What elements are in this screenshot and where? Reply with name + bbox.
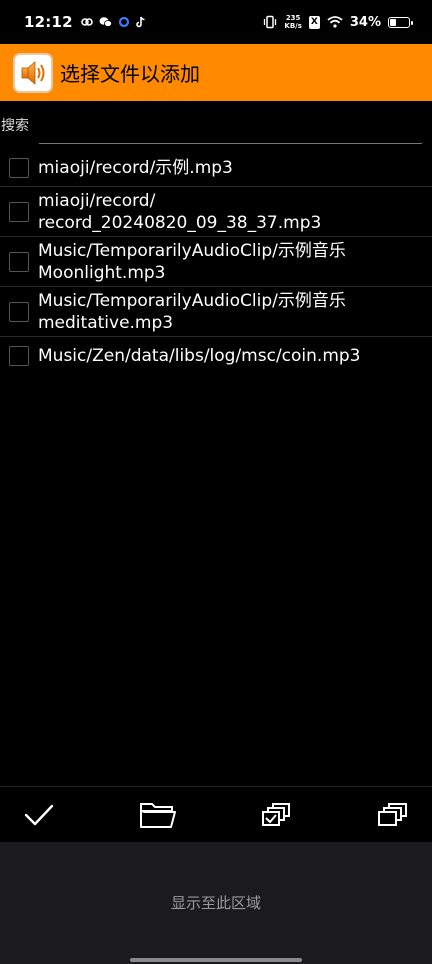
file-row[interactable]: miaoji/record/ record_20240820_09_38_37.… xyxy=(0,187,432,237)
file-name: Music/TemporarilyAudioClip/示例音乐 Moonligh… xyxy=(38,240,346,283)
battery-percent: 34% xyxy=(349,14,381,30)
file-checkbox[interactable] xyxy=(9,251,29,272)
notification-icons xyxy=(80,16,146,28)
speaker-icon xyxy=(13,52,53,93)
sim-label: X xyxy=(310,17,318,27)
title-bar: 选择文件以添加 xyxy=(0,44,432,101)
battery-level xyxy=(390,18,397,26)
net-speed: 235 KB/s xyxy=(284,14,301,30)
page-title: 选择文件以添加 xyxy=(60,62,200,86)
file-name: Music/TemporarilyAudioClip/示例音乐 meditati… xyxy=(38,290,346,333)
file-row[interactable]: Music/TemporarilyAudioClip/示例音乐 meditati… xyxy=(0,287,432,337)
select-all-icon xyxy=(262,802,290,826)
net-speed-value: 235 xyxy=(285,14,301,22)
file-checkbox[interactable] xyxy=(9,301,29,322)
file-row[interactable]: miaoji/record/示例.mp3 xyxy=(0,149,432,187)
file-checkbox[interactable] xyxy=(9,346,29,366)
checkmark-icon xyxy=(24,804,54,825)
search-input[interactable] xyxy=(39,114,422,144)
copy-icon xyxy=(378,802,407,826)
file-checkbox[interactable] xyxy=(9,201,29,222)
bottom-toolbar xyxy=(0,786,432,842)
file-name: Music/Zen/data/libs/log/msc/coin.mp3 xyxy=(38,346,361,366)
status-bar: 12:12 235 KB/s X 34% xyxy=(0,0,432,44)
wechat-icon xyxy=(99,17,112,27)
file-checkbox[interactable] xyxy=(9,157,29,178)
folder-icon xyxy=(140,802,176,828)
net-speed-unit: KB/s xyxy=(284,22,302,30)
select-all-button[interactable] xyxy=(260,798,294,832)
tiktok-icon xyxy=(135,16,145,28)
search-label: 搜索 xyxy=(1,118,29,134)
status-right: 235 KB/s X 34% xyxy=(263,14,413,30)
wifi-icon xyxy=(327,16,343,28)
home-indicator[interactable] xyxy=(130,958,302,962)
no-sim-icon: X xyxy=(308,15,320,29)
circle-app-icon xyxy=(118,16,129,28)
link-icon xyxy=(80,18,93,26)
confirm-button[interactable] xyxy=(22,798,56,832)
file-list: miaoji/record/示例.mp3 miaoji/record/ reco… xyxy=(0,149,432,375)
file-row[interactable]: Music/Zen/data/libs/log/msc/coin.mp3 xyxy=(0,337,432,375)
open-folder-button[interactable] xyxy=(138,798,178,832)
vibrate-icon xyxy=(264,15,277,29)
search-row: 搜索 xyxy=(0,112,432,146)
file-name: miaoji/record/示例.mp3 xyxy=(38,157,233,178)
copy-button[interactable] xyxy=(376,798,410,832)
ad-area: 显示至此区域 xyxy=(0,842,432,964)
file-name: miaoji/record/ record_20240820_09_38_37.… xyxy=(38,190,322,233)
ad-placeholder-text: 显示至此区域 xyxy=(170,893,261,912)
status-time: 12:12 xyxy=(24,13,73,31)
battery-icon xyxy=(388,16,413,28)
file-row[interactable]: Music/TemporarilyAudioClip/示例音乐 Moonligh… xyxy=(0,237,432,287)
